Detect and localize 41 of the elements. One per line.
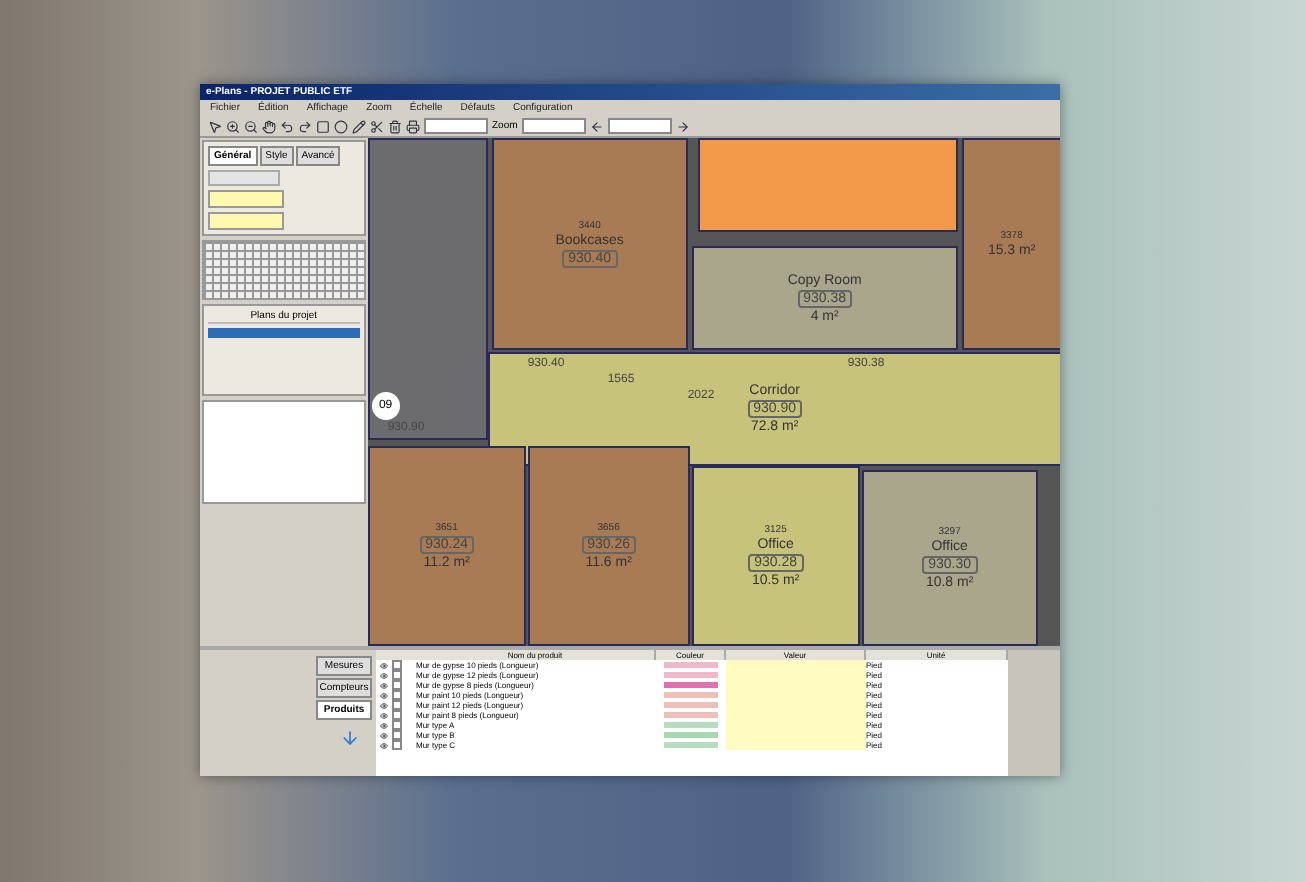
eye-icon[interactable] [380, 701, 388, 709]
redo-icon[interactable] [298, 119, 312, 133]
zoom-in-icon[interactable] [226, 119, 240, 133]
checkbox[interactable] [392, 660, 402, 670]
checkbox[interactable] [392, 700, 402, 710]
eye-icon[interactable] [380, 661, 388, 669]
zoom-out-icon[interactable] [244, 119, 258, 133]
eye-icon[interactable] [380, 691, 388, 699]
arrow-left-icon[interactable] [589, 119, 604, 133]
arrow-down-icon[interactable] [340, 728, 360, 748]
checkbox[interactable] [392, 680, 402, 690]
undo-icon[interactable] [280, 119, 294, 133]
pointer-icon[interactable] [208, 119, 222, 133]
checkbox[interactable] [392, 710, 402, 720]
rectangle-icon[interactable] [316, 119, 330, 133]
trash-icon[interactable] [388, 119, 402, 133]
eye-icon[interactable] [380, 711, 388, 719]
arrow-right-icon[interactable] [675, 119, 690, 133]
circle-icon[interactable] [334, 119, 348, 133]
checkbox[interactable] [392, 740, 402, 750]
zoom-field[interactable] [521, 118, 586, 134]
checkbox[interactable] [392, 730, 402, 740]
pencil-icon[interactable] [352, 119, 366, 133]
input-field[interactable] [208, 170, 280, 186]
empty-panel-area [1008, 650, 1060, 776]
eye-icon[interactable] [380, 741, 388, 749]
page-field[interactable] [607, 118, 672, 134]
eye-icon[interactable] [380, 721, 388, 729]
header-cell [376, 650, 416, 660]
scissors-icon[interactable] [370, 119, 384, 133]
checkbox[interactable] [392, 690, 402, 700]
input-field[interactable] [208, 190, 284, 208]
printer-icon[interactable] [406, 119, 420, 133]
hand-icon[interactable] [262, 119, 276, 133]
checkbox[interactable] [392, 720, 402, 730]
input-field[interactable] [208, 212, 284, 230]
eye-icon[interactable] [380, 671, 388, 679]
input-field[interactable] [424, 118, 488, 134]
checkbox[interactable] [392, 670, 402, 680]
eye-icon[interactable] [380, 681, 388, 689]
eye-icon[interactable] [380, 731, 388, 739]
